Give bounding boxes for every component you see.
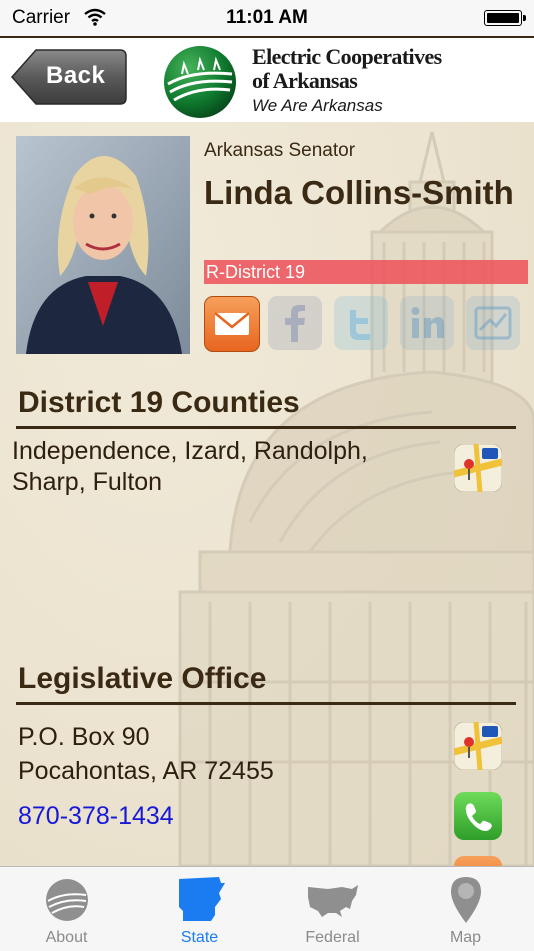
back-label: Back (46, 62, 106, 89)
tab-federal-label: Federal (305, 929, 360, 946)
office-email-icon[interactable] (454, 856, 502, 866)
facebook-icon[interactable] (268, 296, 322, 350)
maps-icon[interactable] (453, 443, 503, 493)
logo-title-line2: of Arkansas (252, 68, 358, 93)
senator-portrait (16, 136, 190, 354)
usa-map-icon (308, 885, 358, 917)
globe-icon (46, 879, 88, 921)
cooperative-logo-icon (162, 44, 238, 120)
office-heading: Legislative Office (18, 662, 267, 695)
counties-list: Independence, Izard, Randolph, Sharp, Fu… (12, 436, 368, 498)
status-bar: Carrier 11:01 AM (0, 0, 534, 36)
counties-divider (16, 426, 516, 429)
phone-link[interactable]: 870-378-1434 (18, 802, 174, 831)
twitter-icon[interactable] (334, 296, 388, 350)
tab-federal[interactable]: Federal (266, 867, 399, 951)
app-header: Back Electric Cooperatives of Arkansas W… (0, 36, 534, 124)
office-divider (16, 702, 516, 705)
website-icon[interactable] (466, 296, 520, 350)
email-icon[interactable] (204, 296, 260, 352)
arkansas-map-icon (179, 877, 225, 921)
senator-name: Linda Collins-Smith (204, 174, 514, 211)
back-button[interactable]: Back (10, 48, 128, 106)
counties-line-1: Independence, Izard, Randolph, (12, 437, 368, 465)
tab-about[interactable]: About (0, 867, 133, 951)
tab-state-label: State (180, 929, 219, 946)
tab-map[interactable]: Map (399, 867, 532, 951)
logo-tagline: We Are Arkansas (252, 96, 383, 115)
phone-icon[interactable] (454, 792, 502, 840)
counties-heading: District 19 Counties (18, 386, 300, 419)
battery-icon (484, 10, 526, 26)
district-badge: R-District 19 (204, 260, 528, 284)
logo-title-line1: Electric Cooperatives (252, 44, 442, 69)
tab-about-label: About (45, 929, 88, 946)
tab-map-label: Map (449, 929, 482, 946)
office-maps-icon[interactable] (453, 721, 503, 771)
clock: 11:01 AM (226, 7, 308, 28)
senator-role: Arkansas Senator (204, 140, 356, 161)
tab-state[interactable]: State (133, 867, 266, 951)
senator-detail-view[interactable]: Arkansas Senator Linda Collins-Smith R-D… (0, 122, 534, 866)
map-pin-icon (451, 877, 481, 923)
office-address: P.O. Box 90 Pocahontas, AR 72455 (18, 720, 274, 788)
address-line-1: P.O. Box 90 (18, 723, 150, 751)
address-line-2: Pocahontas, AR 72455 (18, 757, 274, 785)
counties-line-2: Sharp, Fulton (12, 468, 163, 496)
tab-bar: About State Federal Map (0, 866, 534, 951)
linkedin-icon[interactable] (400, 296, 454, 350)
